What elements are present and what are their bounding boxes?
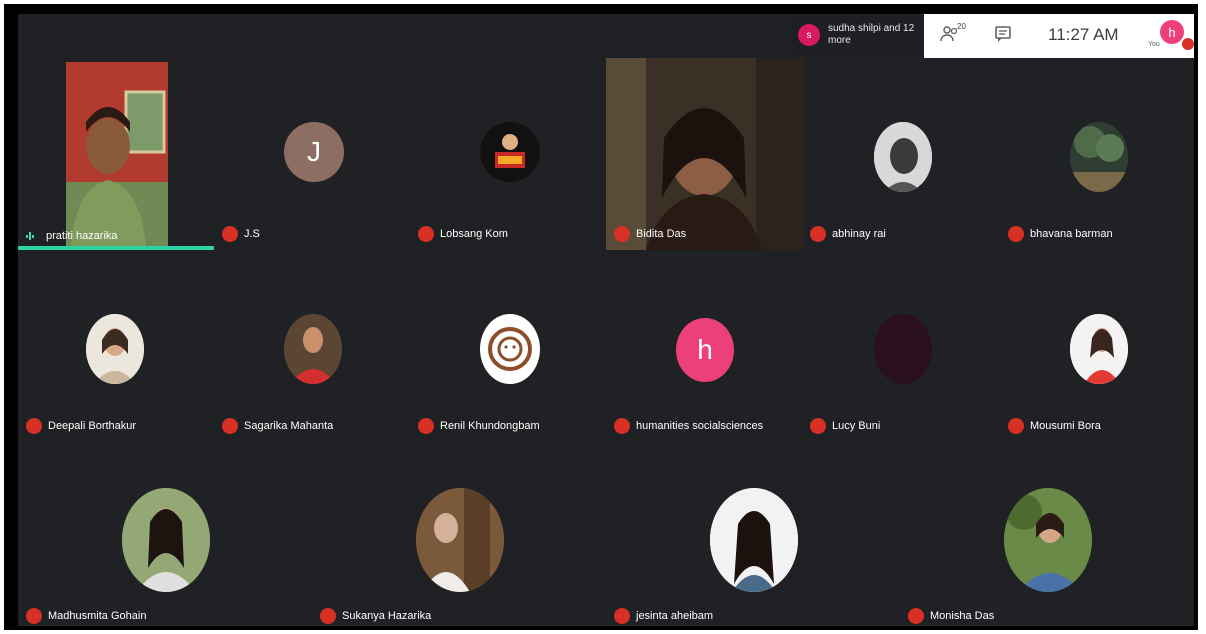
avatar-image	[710, 488, 798, 592]
mic-off-icon	[614, 418, 630, 434]
participant-name: Madhusmita Gohain	[48, 610, 147, 622]
participant-avatar[interactable]	[86, 314, 144, 384]
participant-name: bhavana barman	[1030, 228, 1113, 240]
avatar-image	[284, 314, 342, 384]
participant-avatar[interactable]	[1070, 122, 1128, 192]
mic-off-icon	[614, 608, 630, 624]
participant-avatar[interactable]	[416, 488, 504, 592]
participant-name: Mousumi Bora	[1030, 420, 1101, 432]
avatar-image	[122, 488, 210, 592]
avatar-image	[495, 134, 525, 168]
mic-off-icon	[26, 608, 42, 624]
avatar-image	[1004, 488, 1092, 592]
mic-off-icon	[26, 418, 42, 434]
participant-tile[interactable]	[18, 58, 214, 250]
participant-name: Bidita Das	[636, 228, 687, 240]
self-mic-off-icon	[1182, 38, 1194, 50]
clock: 11:27 AM	[1048, 25, 1119, 44]
participant-avatar[interactable]	[1070, 314, 1128, 384]
participant-avatar[interactable]	[284, 314, 342, 384]
mic-off-icon	[810, 418, 826, 434]
avatar-initial: J	[307, 136, 321, 167]
participant-name: Lobsang Kom	[440, 228, 508, 240]
meeting-screen: s sudha shilpi and 12 more 20 11:27 AM Y…	[18, 14, 1194, 626]
participant-name: Lucy Buni	[832, 420, 881, 432]
participant-video	[606, 58, 804, 250]
participant-tile[interactable]	[606, 58, 804, 250]
participant-avatar[interactable]	[480, 122, 540, 182]
participant-name: humanities socialsciences	[636, 420, 764, 432]
participant-video	[66, 62, 168, 246]
participant-avatar[interactable]	[122, 488, 210, 592]
join-text: sudha shilpi and 12 more	[828, 23, 915, 46]
mic-off-icon	[418, 418, 434, 434]
mic-off-icon	[222, 418, 238, 434]
participant-name: Deepali Borthakur	[48, 420, 137, 432]
speaking-indicator-icon	[26, 231, 40, 241]
participant-name: abhinay rai	[832, 228, 886, 240]
participant-name: J.S	[244, 228, 260, 240]
participant-avatar[interactable]	[480, 314, 540, 384]
participant-avatar[interactable]: J	[284, 122, 344, 182]
participant-name: pratiti hazarika	[46, 230, 118, 242]
avatar-image	[1070, 314, 1128, 384]
avatar-image	[416, 488, 504, 592]
active-speaker-bar	[18, 246, 214, 250]
participant-name: Monisha Das	[930, 610, 995, 622]
mic-off-icon	[418, 226, 434, 242]
avatar-image	[1070, 122, 1128, 192]
top-bar: s sudha shilpi and 12 more 20 11:27 AM Y…	[18, 14, 1194, 58]
avatar-image	[86, 314, 144, 384]
screenshot-frame: s sudha shilpi and 12 more 20 11:27 AM Y…	[4, 4, 1198, 630]
mic-off-icon	[614, 226, 630, 242]
avatar-image	[488, 327, 532, 371]
mic-off-icon	[908, 608, 924, 624]
chat-icon[interactable]	[994, 25, 1012, 43]
top-right-panel: 20 11:27 AM You h	[924, 14, 1194, 58]
avatar-initial: h	[697, 334, 713, 365]
self-avatar[interactable]: h	[1160, 20, 1184, 44]
participant-avatar[interactable]	[874, 314, 932, 384]
participant-avatar[interactable]	[1004, 488, 1092, 592]
participant-avatar[interactable]	[874, 122, 932, 192]
mic-off-icon	[320, 608, 336, 624]
you-label: You	[1148, 41, 1160, 48]
join-avatar: s	[798, 24, 820, 46]
participant-name: Sagarika Mahanta	[244, 420, 334, 432]
mic-off-icon	[810, 226, 826, 242]
participant-name: Renil Khundongbam	[440, 420, 540, 432]
join-notification[interactable]: s sudha shilpi and 12 more	[792, 16, 922, 54]
mic-off-icon	[222, 226, 238, 242]
participant-count: 20	[957, 22, 966, 31]
participant-name: jesinta aheibam	[636, 610, 714, 622]
avatar-image	[874, 122, 932, 192]
participant-avatar[interactable]: h	[676, 318, 734, 382]
mic-off-icon	[1008, 226, 1024, 242]
participant-avatar[interactable]	[710, 488, 798, 592]
mic-off-icon	[1008, 418, 1024, 434]
participant-name: Sukanya Hazarika	[342, 610, 432, 622]
